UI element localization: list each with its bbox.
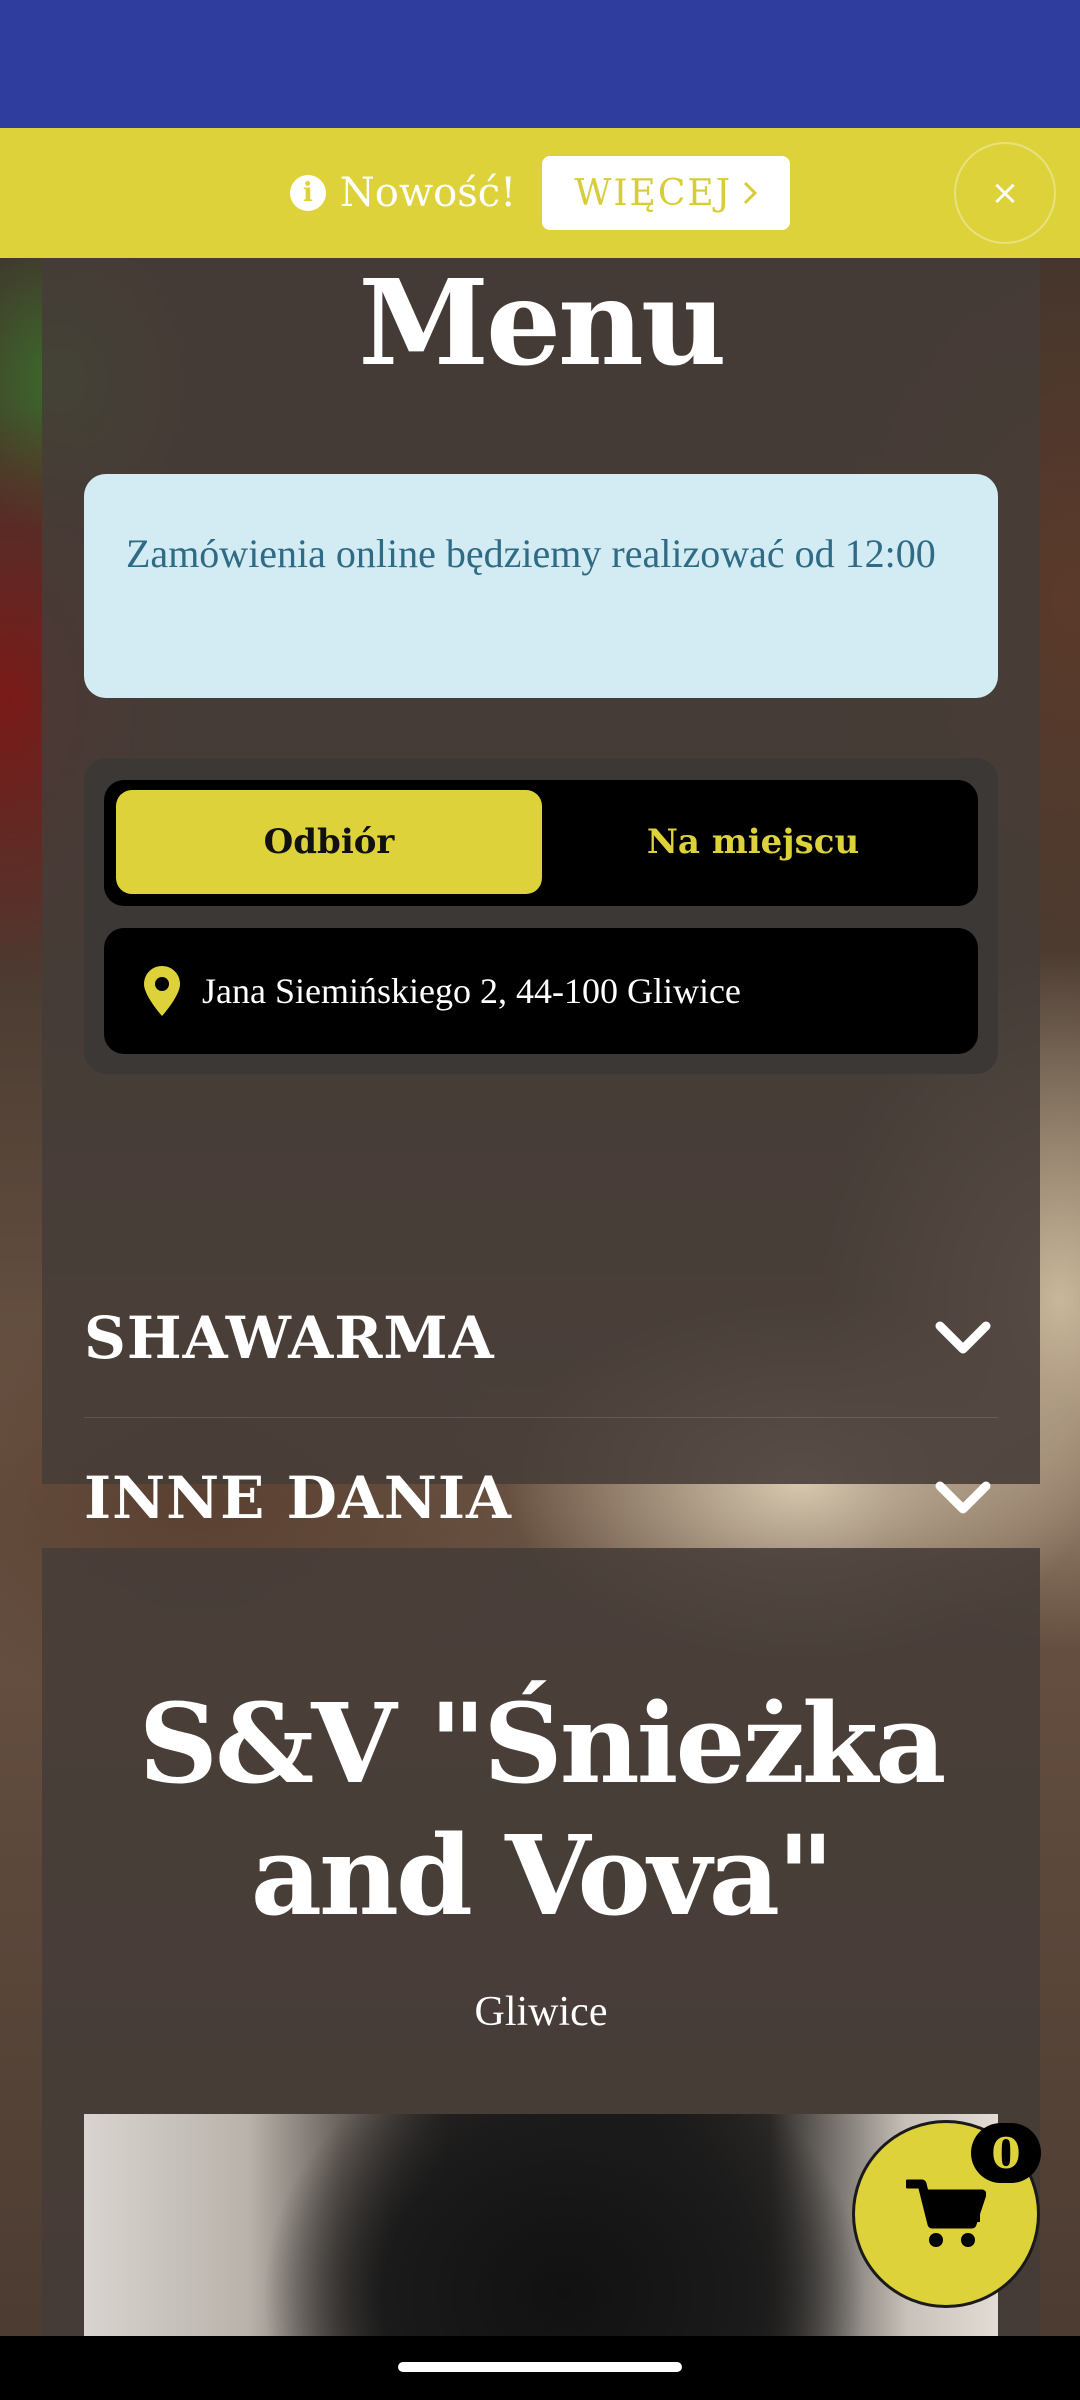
notice-bar: i Nowość! WIĘCEJ × <box>0 128 1080 258</box>
close-icon[interactable]: × <box>954 142 1056 244</box>
home-indicator[interactable] <box>398 2362 682 2372</box>
address-selector[interactable]: Jana Siemińskiego 2, 44-100 Gliwice <box>104 928 978 1054</box>
order-type-box: Odbiór Na miejscu Jana Siemińskiego 2, 4… <box>84 758 998 1074</box>
restaurant-name: S&V "Śnieżka and Vova" <box>138 1679 947 1940</box>
address-text: Jana Siemińskiego 2, 44-100 Gliwice <box>202 971 741 1011</box>
cart-button[interactable]: 0 <box>852 2120 1041 2308</box>
cart-icon <box>906 2179 986 2247</box>
chevron-down-icon <box>935 1481 991 1514</box>
more-button[interactable]: WIĘCEJ <box>542 156 791 230</box>
order-type-toggle: Odbiór Na miejscu <box>104 780 978 906</box>
online-orders-alert: Zamówienia online będziemy realizować od… <box>84 474 998 698</box>
info-circle-icon: i <box>289 175 326 211</box>
chevron-down-icon <box>935 1321 991 1353</box>
order-type-pickup[interactable]: Odbiór <box>116 790 542 894</box>
location-pin-icon <box>144 966 180 1016</box>
menu-card: Menu Zamówienia online będziemy realizow… <box>42 253 1040 1532</box>
page-title: Menu <box>358 253 726 392</box>
status-bar <box>0 0 1080 128</box>
order-type-dine-in[interactable]: Na miejscu <box>540 790 966 894</box>
chevron-right-icon <box>744 181 758 205</box>
close-glyph: × <box>990 173 1020 213</box>
category-shawarma[interactable]: SHAWARMA <box>84 1258 998 1418</box>
category-label: SHAWARMA <box>84 1303 495 1372</box>
notice-text: Nowość! <box>339 170 517 216</box>
restaurant-city: Gliwice <box>474 1989 608 2035</box>
more-button-label: WIĘCEJ <box>574 172 733 214</box>
cart-count-badge: 0 <box>971 2123 1041 2183</box>
category-label: INNE DANIA <box>84 1464 513 1532</box>
